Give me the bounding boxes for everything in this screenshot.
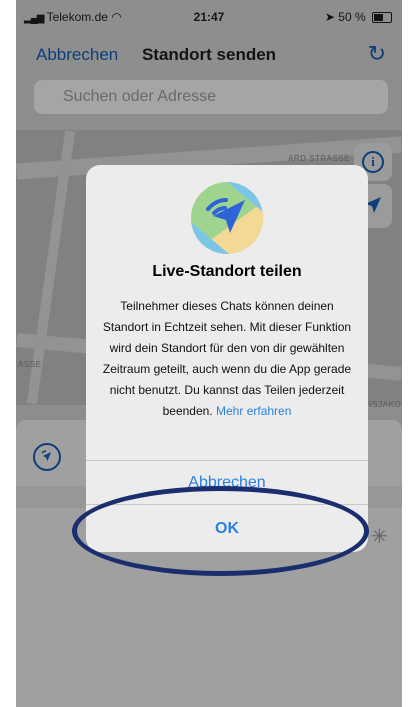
learn-more-link[interactable]: Mehr erfahren <box>216 404 291 418</box>
phone-screen: ▂▄▆ Telekom.de ◠ 21:47 ➤ 50 % Abbrechen … <box>16 0 402 707</box>
status-bar: ▂▄▆ Telekom.de ◠ 21:47 ➤ 50 % <box>16 0 402 34</box>
search-input[interactable]: Suchen oder Adresse <box>34 80 388 114</box>
live-location-app-icon <box>191 182 263 254</box>
info-icon: i <box>362 151 384 173</box>
ok-highlight-ring <box>72 486 369 576</box>
battery-icon <box>372 12 392 24</box>
refresh-icon[interactable]: ↻ <box>368 41 386 67</box>
alert-title: Live-Standort teilen <box>152 263 302 280</box>
battery-status: ➤ 50 % <box>325 10 392 24</box>
navigation-bar: Abbrechen Standort senden ↻ <box>16 34 402 74</box>
loading-spinner-icon: ✳ <box>371 526 388 548</box>
battery-percent: 50 % <box>338 10 366 24</box>
street-label: ARD STRASSE <box>288 154 350 163</box>
alert-message-text: Teilnehmer dieses Chats können deinen St… <box>102 299 352 418</box>
street-label: ASSE <box>18 360 42 369</box>
live-location-icon[interactable] <box>33 443 61 471</box>
page-title: Standort senden <box>141 45 277 64</box>
alert-message: Teilnehmer dieses Chats können deinen St… <box>98 296 356 422</box>
location-arrow-icon: ➤ <box>324 10 335 24</box>
